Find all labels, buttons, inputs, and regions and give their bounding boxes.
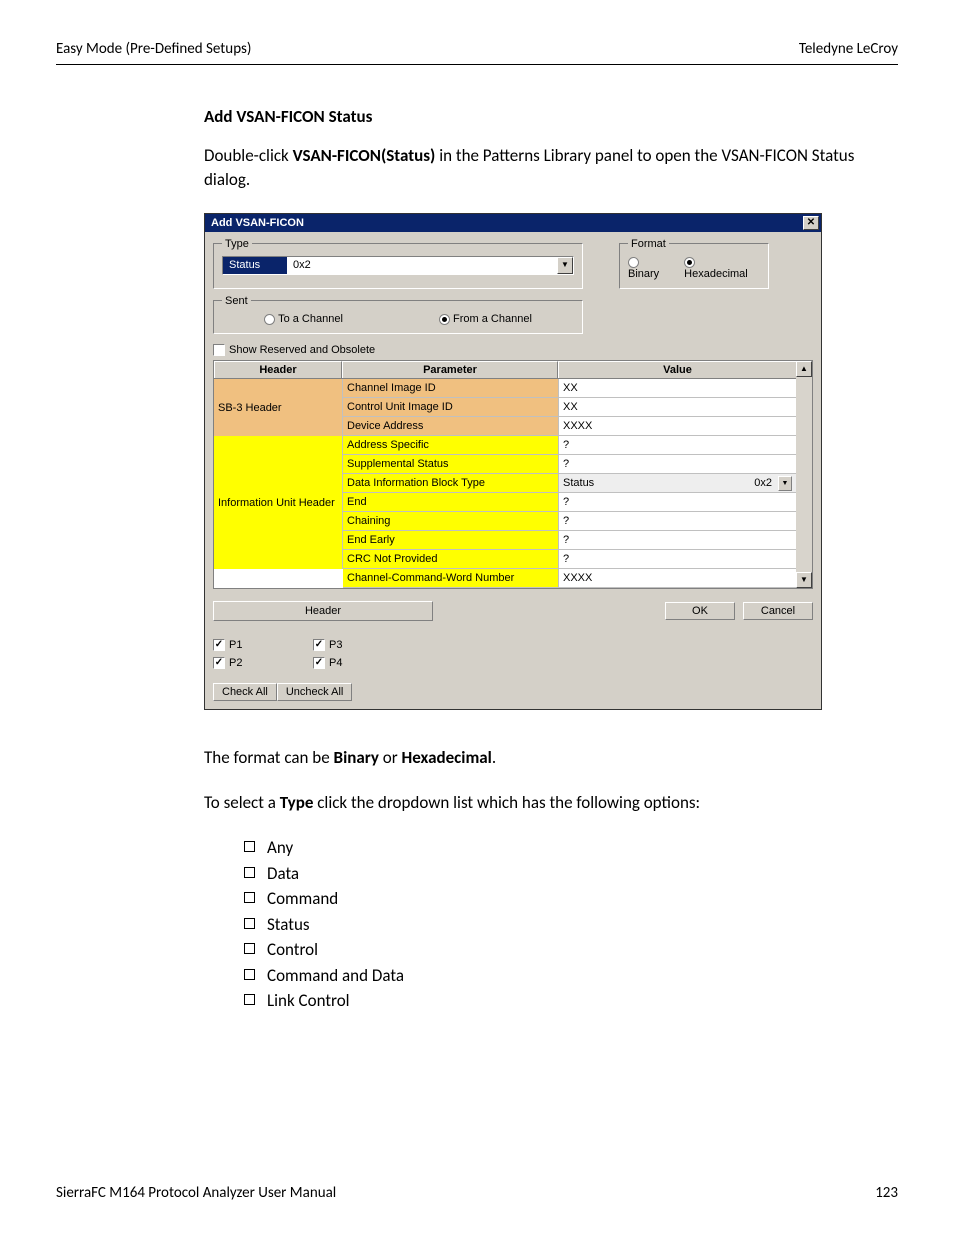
value-cell[interactable]: ? [559,455,796,474]
scroll-up-icon[interactable]: ▲ [796,361,812,377]
bullet-icon [244,841,255,852]
ok-button[interactable]: OK [665,602,735,620]
value-cell[interactable]: ? [559,531,796,550]
dialog-titlebar: Add VSAN-FICON ✕ [205,214,821,232]
col-value: Value [558,361,796,378]
page-footer: SierraFC M164 Protocol Analyzer User Man… [56,1184,898,1202]
type-group: Type Status 0x2 ▼ [213,238,583,289]
header-left: Easy Mode (Pre-Defined Setups) [56,40,251,58]
page-number: 123 [875,1184,898,1202]
col-header: Header [214,361,342,378]
bullet-icon [244,994,255,1005]
param-cell: Channel-Command-Word Number [343,569,559,588]
type-dropdown[interactable]: Status 0x2 ▼ [222,256,574,275]
header-tab-button[interactable]: Header [213,601,433,621]
dialog-title: Add VSAN-FICON [211,217,304,229]
type-options-list: Any Data Command Status Control Command … [244,835,898,1014]
list-item: Command and Data [244,963,898,989]
add-vsan-ficon-dialog: Add VSAN-FICON ✕ Type Status 0x2 ▼ Forma… [204,213,822,710]
scrollbar[interactable]: ▲ ▼ [796,361,812,588]
value-cell[interactable]: ? [559,512,796,531]
list-item: Any [244,835,898,861]
param-cell: Chaining [343,512,559,531]
bullet-icon [244,867,255,878]
format-group: Format Binary Hexadecimal [619,238,769,289]
param-cell: Control Unit Image ID [343,398,559,417]
binary-radio[interactable]: Binary [628,256,672,280]
list-item: Data [244,861,898,887]
check-all-button[interactable]: Check All [213,683,277,701]
header-right: Teledyne LeCroy [799,40,898,58]
value-cell[interactable]: XXXX [559,417,796,436]
param-cell: Device Address [343,417,559,436]
value-cell[interactable]: XX [559,398,796,417]
param-cell: Data Information Block Type [343,474,559,493]
list-item: Status [244,912,898,938]
p2-checkbox[interactable]: P2 [213,657,293,669]
sent-group: Sent To a Channel From a Channel [213,295,583,334]
section-title: Add VSAN-FICON Status [204,105,898,130]
format-paragraph: The format can be Binary or Hexadecimal. [204,746,898,771]
page-header: Easy Mode (Pre-Defined Setups) Teledyne … [56,40,898,65]
value-cell[interactable]: ? [559,493,796,512]
p4-checkbox[interactable]: P4 [313,657,393,669]
bullet-icon [244,943,255,954]
param-cell: Supplemental Status [343,455,559,474]
value-cell[interactable]: ? [559,550,796,569]
param-cell: End Early [343,531,559,550]
type-paragraph: To select a Type click the dropdown list… [204,791,898,816]
sb3-header-cell: SB-3 Header [214,379,343,436]
hexadecimal-radio[interactable]: Hexadecimal [684,256,760,280]
value-cell[interactable]: ? [559,436,796,455]
param-cell: Address Specific [343,436,559,455]
bullet-icon [244,918,255,929]
p1-checkbox[interactable]: P1 [213,639,293,651]
bullet-icon [244,969,255,980]
from-channel-radio[interactable]: From a Channel [439,313,532,325]
parameter-grid: Header Parameter Value SB-3 Header Infor… [213,360,813,589]
cancel-button[interactable]: Cancel [743,602,813,620]
chevron-down-icon[interactable]: ▼ [778,476,792,491]
list-item: Link Control [244,988,898,1014]
bullet-icon [244,892,255,903]
param-cell: CRC Not Provided [343,550,559,569]
intro-paragraph: Double-click VSAN-FICON(Status) in the P… [204,144,898,193]
value-cell-dropdown[interactable]: Status 0x2 ▼ [559,474,796,493]
param-cell: End [343,493,559,512]
col-parameter: Parameter [342,361,558,378]
p3-checkbox[interactable]: P3 [313,639,393,651]
close-icon[interactable]: ✕ [803,216,819,230]
list-item: Command [244,886,898,912]
param-cell: Channel Image ID [343,379,559,398]
value-cell[interactable]: XX [559,379,796,398]
iu-header-cell: Information Unit Header [214,436,343,569]
list-item: Control [244,937,898,963]
scroll-down-icon[interactable]: ▼ [796,572,812,588]
uncheck-all-button[interactable]: Uncheck All [277,683,352,701]
value-cell[interactable]: XXXX [559,569,796,588]
footer-left: SierraFC M164 Protocol Analyzer User Man… [56,1184,336,1202]
chevron-down-icon[interactable]: ▼ [557,257,573,274]
show-reserved-checkbox[interactable]: Show Reserved and Obsolete [213,344,813,356]
to-channel-radio[interactable]: To a Channel [264,313,343,325]
